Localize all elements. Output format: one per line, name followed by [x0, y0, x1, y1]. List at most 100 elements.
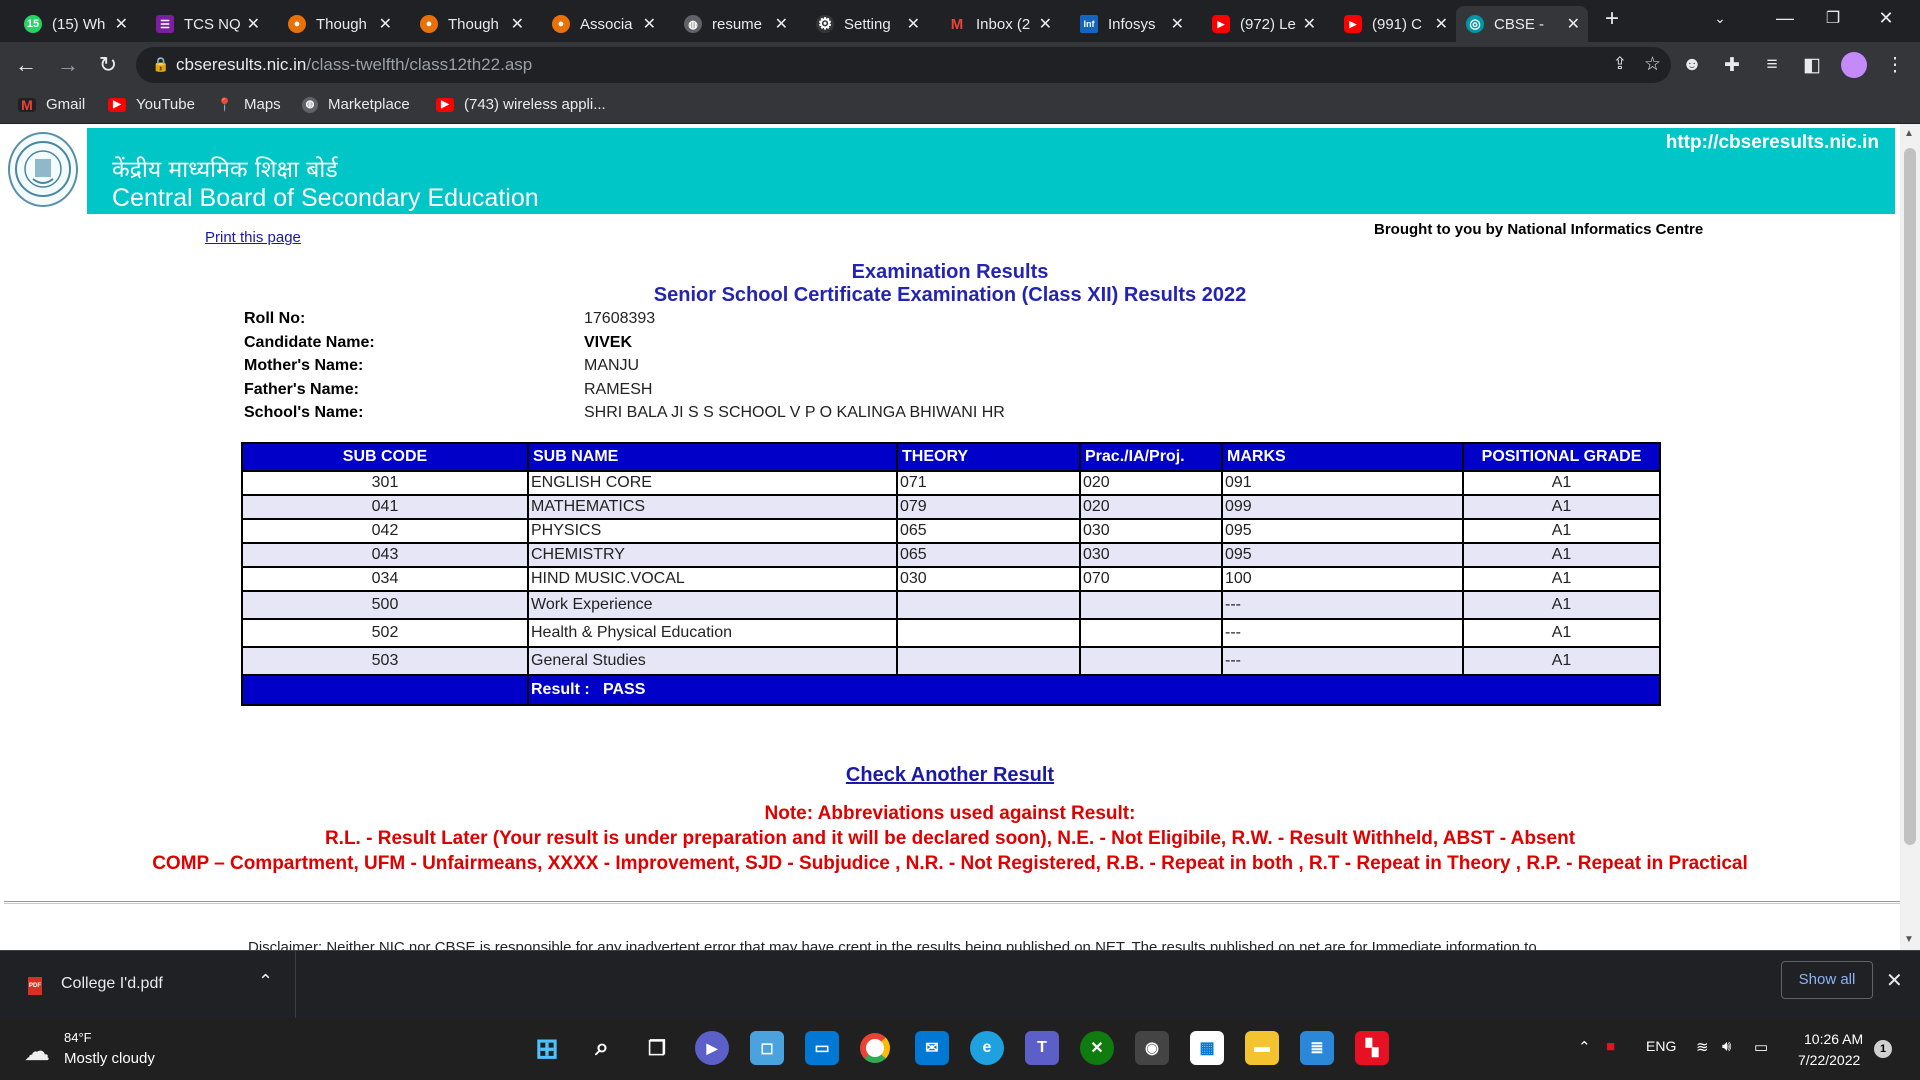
- tab-whatsapp[interactable]: 15 (15) Wh ✕: [14, 6, 136, 42]
- close-tab-icon[interactable]: ✕: [511, 14, 524, 34]
- scroll-down-arrow-icon[interactable]: ▼: [1904, 934, 1914, 945]
- close-tab-icon[interactable]: ✕: [775, 14, 788, 34]
- print-page-link[interactable]: Print this page: [205, 229, 301, 246]
- profile-avatar[interactable]: [1841, 52, 1867, 78]
- media-control-icon[interactable]: ≡: [1759, 54, 1785, 76]
- sub-code-cell: 500: [241, 590, 529, 620]
- teams-icon[interactable]: T: [1025, 1031, 1059, 1065]
- weather-temperature[interactable]: 84°F: [64, 1030, 92, 1045]
- file-explorer-icon[interactable]: ▬: [1245, 1031, 1279, 1065]
- bulb-icon: ●: [288, 15, 306, 33]
- volume-icon[interactable]: 🔊︎: [1722, 1038, 1731, 1055]
- theory-cell: 079: [896, 494, 1081, 520]
- close-tab-icon[interactable]: ✕: [1435, 14, 1448, 34]
- tab-resume[interactable]: ◍ resume ✕: [674, 6, 796, 42]
- scrollbar-thumb[interactable]: [1904, 148, 1916, 845]
- close-window-button[interactable]: ✕: [1866, 8, 1906, 29]
- mail-icon[interactable]: ✉: [915, 1031, 949, 1065]
- battery-icon[interactable]: ▭: [1754, 1038, 1768, 1056]
- notification-badge[interactable]: 1: [1874, 1040, 1892, 1058]
- bookmark-star-icon[interactable]: ☆: [1644, 53, 1661, 76]
- desktop-icon[interactable]: ▭: [805, 1031, 839, 1065]
- edge-icon[interactable]: e: [970, 1031, 1004, 1065]
- side-panel-icon[interactable]: ◧: [1799, 54, 1825, 77]
- tab-associa[interactable]: ● Associa ✕: [542, 6, 664, 42]
- vertical-scrollbar[interactable]: ▲ ▼: [1900, 124, 1920, 950]
- close-tab-icon[interactable]: ✕: [1039, 14, 1052, 34]
- grade-cell: A1: [1462, 518, 1661, 544]
- close-tab-icon[interactable]: ✕: [115, 14, 128, 34]
- check-another-result-link[interactable]: Check Another Result: [0, 764, 1900, 787]
- result-spacer: [241, 674, 529, 706]
- show-all-button[interactable]: Show all: [1781, 961, 1873, 999]
- download-item[interactable]: PDF College I'd.pdf ⌃: [0, 951, 296, 1019]
- cbse-emblem-icon: [15, 140, 71, 197]
- chevron-up-icon[interactable]: ⌃: [258, 971, 273, 992]
- close-tab-icon[interactable]: ✕: [1567, 14, 1580, 34]
- reload-button[interactable]: ↻: [94, 52, 122, 78]
- scroll-up-arrow-icon[interactable]: ▲: [1904, 128, 1914, 139]
- chevron-up-icon[interactable]: ⌃: [1578, 1038, 1591, 1056]
- wifi-icon[interactable]: ≋: [1696, 1038, 1709, 1056]
- widgets-icon[interactable]: ◻: [750, 1031, 784, 1065]
- tab-youtube-991[interactable]: ▶ (991) C ✕: [1334, 6, 1456, 42]
- forward-button[interactable]: →: [54, 52, 82, 78]
- bookmark-youtube[interactable]: ▶ YouTube: [108, 96, 195, 113]
- tab-search-icon[interactable]: ⌄: [1700, 10, 1740, 27]
- close-tab-icon[interactable]: ✕: [907, 14, 920, 34]
- minimize-button[interactable]: —: [1765, 8, 1805, 29]
- tab-infosys[interactable]: Inf Infosys ✕: [1070, 6, 1192, 42]
- bookmark-gmail[interactable]: M Gmail: [18, 96, 85, 113]
- tab-cbse-active[interactable]: ◎ CBSE - ✕: [1456, 6, 1588, 42]
- clock-date[interactable]: 7/22/2022: [1798, 1052, 1860, 1068]
- tab-youtube-972[interactable]: ▶ (972) Le ✕: [1202, 6, 1324, 42]
- clock-time[interactable]: 10:26 AM: [1804, 1031, 1863, 1047]
- tab-label: Infosys: [1108, 15, 1156, 33]
- bookmark-wireless[interactable]: ▶ (743) wireless appli...: [436, 96, 606, 113]
- close-tab-icon[interactable]: ✕: [247, 14, 260, 34]
- share-icon[interactable]: ⇪: [1613, 54, 1627, 74]
- restore-button[interactable]: ❐: [1813, 8, 1853, 28]
- close-tab-icon[interactable]: ✕: [643, 14, 656, 34]
- bookmark-label: Gmail: [46, 96, 86, 113]
- practical-cell: 020: [1079, 494, 1223, 520]
- close-tab-icon[interactable]: ✕: [379, 14, 392, 34]
- extensions-icon[interactable]: ✚: [1719, 54, 1745, 77]
- task-view-icon[interactable]: ❐: [640, 1031, 674, 1065]
- gmail-icon: M: [948, 15, 966, 33]
- tab-tcs[interactable]: ☰ TCS NQ ✕: [146, 6, 268, 42]
- notepad-icon[interactable]: ≣: [1300, 1031, 1334, 1065]
- globe-icon: ◍: [302, 96, 318, 113]
- language-indicator[interactable]: ENG: [1646, 1038, 1676, 1054]
- weather-description[interactable]: Mostly cloudy: [64, 1050, 155, 1067]
- emoji-extension-icon[interactable]: ☻: [1679, 54, 1705, 76]
- sub-name-cell: CHEMISTRY: [527, 542, 898, 568]
- menu-icon[interactable]: ⋮: [1882, 54, 1908, 77]
- search-icon[interactable]: ⌕: [585, 1031, 619, 1065]
- bookmark-maps[interactable]: 📍 Maps: [216, 96, 281, 113]
- back-button[interactable]: ←: [12, 52, 40, 78]
- tab-though-2[interactable]: ● Though ✕: [410, 6, 532, 42]
- bookmark-marketplace[interactable]: ◍ Marketplace: [302, 96, 410, 113]
- new-tab-button[interactable]: +: [1592, 5, 1632, 33]
- teams-chat-icon[interactable]: ▶: [695, 1031, 729, 1065]
- close-download-bar-icon[interactable]: ✕: [1886, 968, 1903, 993]
- tray-app-icon[interactable]: ■: [1606, 1038, 1615, 1055]
- site-url[interactable]: http://cbseresults.nic.in: [1666, 132, 1879, 154]
- chrome-icon[interactable]: [860, 1033, 890, 1063]
- app-grid-icon[interactable]: ▚: [1355, 1031, 1389, 1065]
- tab-settings[interactable]: ⚙ Setting ✕: [806, 6, 928, 42]
- tab-inbox[interactable]: M Inbox (2 ✕: [938, 6, 1060, 42]
- address-bar[interactable]: 🔒 cbseresults.nic.in/class-twelfth/class…: [136, 47, 1671, 83]
- candidate-name-label: Candidate Name:: [244, 334, 375, 351]
- xbox-icon[interactable]: ✕: [1080, 1031, 1114, 1065]
- close-tab-icon[interactable]: ✕: [1171, 14, 1184, 34]
- close-tab-icon[interactable]: ✕: [1303, 14, 1316, 34]
- start-windows-icon[interactable]: ⊞: [530, 1031, 564, 1065]
- camera-icon[interactable]: ◉: [1135, 1031, 1169, 1065]
- tab-though-1[interactable]: ● Though ✕: [278, 6, 400, 42]
- table-row: 034 HIND MUSIC.VOCAL 030 070 100 A1: [241, 566, 1661, 592]
- cbse-logo: [8, 132, 78, 207]
- store-icon[interactable]: ▦: [1190, 1031, 1224, 1065]
- cloud-icon[interactable]: ☁: [24, 1036, 50, 1067]
